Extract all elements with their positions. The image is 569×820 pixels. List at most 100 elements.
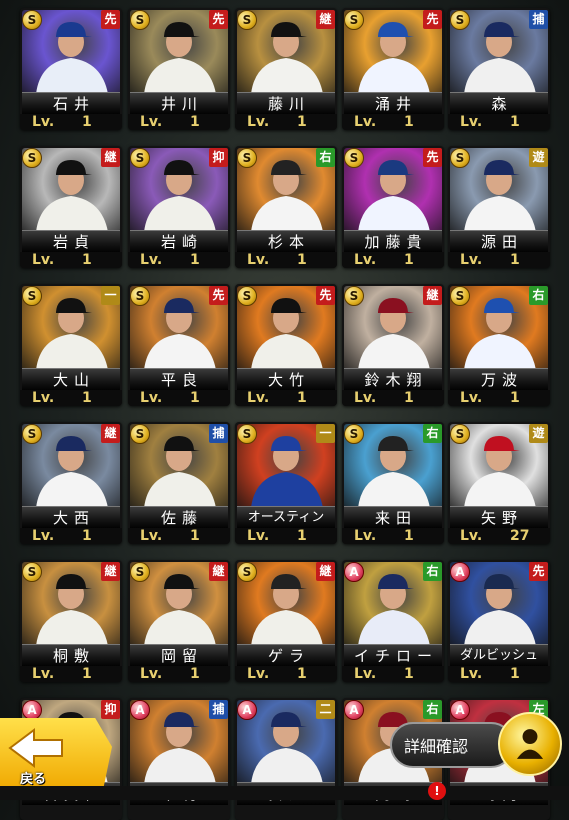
player-card[interactable]: S 捕佐藤 Lv. 1 bbox=[128, 422, 230, 544]
player-card[interactable]: S 一オースティン Lv. 1 bbox=[235, 422, 337, 544]
player-level: Lv. 1 bbox=[128, 252, 230, 268]
player-card[interactable]: S 先涌井 Lv. 1 bbox=[342, 8, 444, 130]
level-label: Lv. bbox=[140, 114, 163, 130]
player-card[interactable]: A 先ダルビッシュ Lv. 1 bbox=[448, 560, 550, 682]
player-card[interactable]: A捕中村 bbox=[128, 698, 230, 820]
player-card[interactable]: S 右杉本 Lv. 1 bbox=[235, 146, 337, 268]
player-level: Lv. 1 bbox=[20, 390, 122, 406]
level-label: Lv. bbox=[247, 390, 270, 406]
position-badge: 一 bbox=[101, 286, 120, 305]
player-name: 大竹 bbox=[237, 368, 335, 391]
rank-badge: S bbox=[450, 10, 470, 30]
rank-badge: S bbox=[450, 286, 470, 306]
rank-badge: S bbox=[22, 10, 42, 30]
player-name: 岡留 bbox=[130, 644, 228, 667]
player-card[interactable]: S 先石井 Lv. 1 bbox=[20, 8, 122, 130]
level-label: Lv. bbox=[140, 390, 163, 406]
back-arrow-icon bbox=[8, 728, 63, 768]
player-card[interactable]: S 一大山 Lv. 1 bbox=[20, 284, 122, 406]
player-name: ゲラ bbox=[237, 644, 335, 667]
player-level: Lv. 1 bbox=[235, 252, 337, 268]
player-card[interactable]: S 継大西 Lv. 1 bbox=[20, 422, 122, 544]
level-label: Lv. bbox=[140, 666, 163, 682]
player-name: 来田 bbox=[344, 506, 442, 529]
position-badge: 先 bbox=[209, 10, 228, 29]
player-card[interactable]: S 継岩貞 Lv. 1 bbox=[20, 146, 122, 268]
rank-badge: S bbox=[237, 148, 257, 168]
rank-badge: S bbox=[22, 286, 42, 306]
player-card[interactable]: S 右来田 Lv. 1 bbox=[342, 422, 444, 544]
position-badge: 継 bbox=[316, 562, 335, 581]
level-value: 1 bbox=[510, 114, 520, 130]
player-card[interactable]: S 抑岩崎 Lv. 1 bbox=[128, 146, 230, 268]
player-name: 万波 bbox=[450, 368, 548, 391]
player-card[interactable]: S 先加藤貴 Lv. 1 bbox=[342, 146, 444, 268]
rank-badge: S bbox=[344, 148, 364, 168]
rank-badge: S bbox=[130, 148, 150, 168]
player-level: Lv. 1 bbox=[128, 528, 230, 544]
player-level: Lv. 27 bbox=[448, 528, 550, 544]
level-label: Lv. bbox=[247, 666, 270, 682]
player-card[interactable]: S 先平良 Lv. 1 bbox=[128, 284, 230, 406]
position-badge: 一 bbox=[316, 424, 335, 443]
player-name: 平良 bbox=[130, 368, 228, 391]
player-card[interactable]: A二安達 bbox=[235, 698, 337, 820]
level-value: 1 bbox=[510, 252, 520, 268]
player-level: Lv. 1 bbox=[342, 390, 444, 406]
position-badge: 先 bbox=[209, 286, 228, 305]
player-name: 涌井 bbox=[344, 92, 442, 115]
rank-badge: S bbox=[450, 424, 470, 444]
detail-person-icon[interactable] bbox=[498, 712, 562, 776]
player-level: Lv. 1 bbox=[342, 528, 444, 544]
player-card[interactable]: S 先井川 Lv. 1 bbox=[128, 8, 230, 130]
level-label: Lv. bbox=[460, 528, 483, 544]
player-card[interactable]: S 右万波 Lv. 1 bbox=[448, 284, 550, 406]
player-card[interactable]: S 先大竹 Lv. 1 bbox=[235, 284, 337, 406]
level-label: Lv. bbox=[460, 390, 483, 406]
player-card[interactable]: S 継ゲラ Lv. 1 bbox=[235, 560, 337, 682]
level-value: 1 bbox=[82, 114, 92, 130]
player-name: 大山 bbox=[22, 368, 120, 391]
player-card[interactable]: S 継鈴木翔 Lv. 1 bbox=[342, 284, 444, 406]
rank-badge: S bbox=[22, 148, 42, 168]
back-button[interactable]: 戻る bbox=[0, 718, 112, 790]
player-name: オースティン bbox=[237, 506, 335, 529]
player-card[interactable]: S 遊矢野 Lv. 27 bbox=[448, 422, 550, 544]
detail-check-button[interactable]: 詳細確認 bbox=[390, 722, 514, 768]
level-value: 1 bbox=[297, 252, 307, 268]
level-label: Lv. bbox=[354, 252, 377, 268]
player-name: 桐敷 bbox=[22, 644, 120, 667]
level-label: Lv. bbox=[460, 666, 483, 682]
player-card[interactable]: S 継岡留 Lv. 1 bbox=[128, 560, 230, 682]
level-value: 1 bbox=[190, 252, 200, 268]
level-label: Lv. bbox=[32, 114, 55, 130]
player-card[interactable]: A 右イチロー Lv. 1 bbox=[342, 560, 444, 682]
player-level: Lv. 1 bbox=[448, 252, 550, 268]
position-badge: 遊 bbox=[529, 424, 548, 443]
level-label: Lv. bbox=[354, 114, 377, 130]
player-card[interactable]: S 遊源田 Lv. 1 bbox=[448, 146, 550, 268]
rank-badge: S bbox=[344, 286, 364, 306]
rank-badge: S bbox=[22, 424, 42, 444]
player-level: Lv. 1 bbox=[448, 114, 550, 130]
rank-badge: S bbox=[237, 286, 257, 306]
level-label: Lv. bbox=[354, 390, 377, 406]
level-label: Lv. bbox=[140, 252, 163, 268]
rank-badge: A bbox=[237, 700, 257, 720]
level-label: Lv. bbox=[32, 528, 55, 544]
level-value: 1 bbox=[82, 528, 92, 544]
position-badge: 右 bbox=[423, 562, 442, 581]
level-value: 1 bbox=[404, 390, 414, 406]
level-value: 1 bbox=[82, 252, 92, 268]
rank-badge: A bbox=[450, 700, 470, 720]
level-label: Lv. bbox=[140, 528, 163, 544]
player-card[interactable]: S 捕森 Lv. 1 bbox=[448, 8, 550, 130]
player-card[interactable]: S 継桐敷 Lv. 1 bbox=[20, 560, 122, 682]
player-card[interactable]: S 継藤川 Lv. 1 bbox=[235, 8, 337, 130]
level-value: 1 bbox=[510, 666, 520, 682]
notification-badge: ! bbox=[428, 782, 446, 800]
player-level: Lv. 1 bbox=[448, 390, 550, 406]
rank-badge: A bbox=[130, 700, 150, 720]
player-name: 石井 bbox=[22, 92, 120, 115]
position-badge: 先 bbox=[101, 10, 120, 29]
